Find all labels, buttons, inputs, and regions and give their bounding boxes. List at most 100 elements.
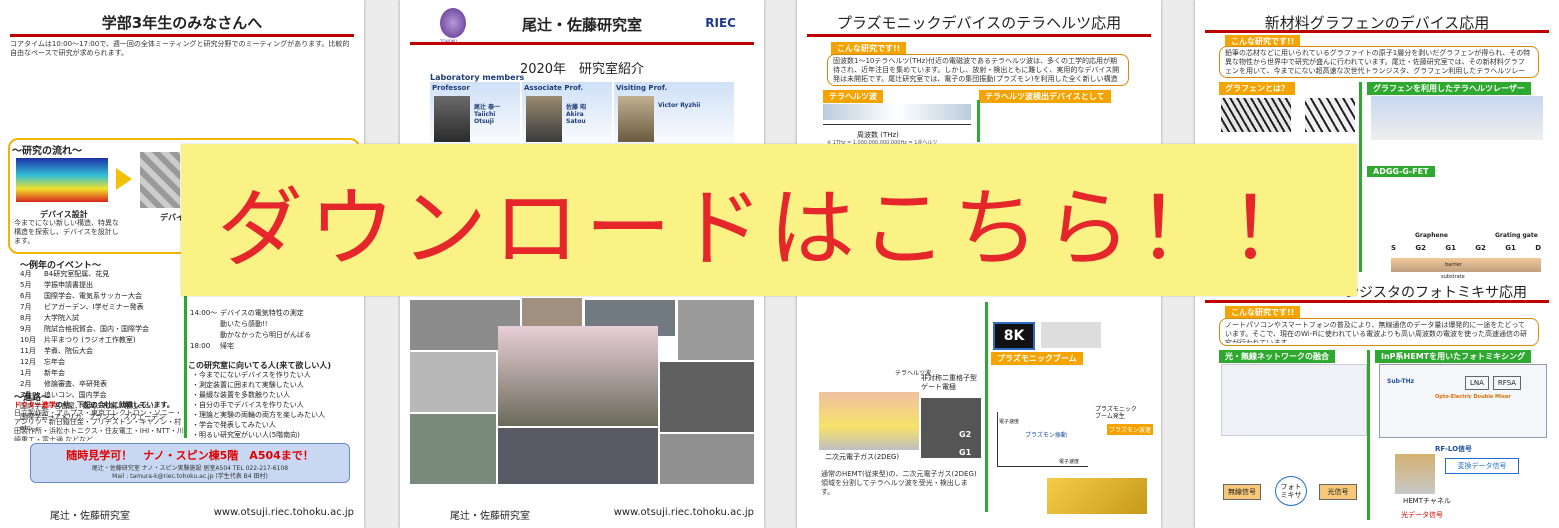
schedule-row: 18:00 帰宅 [190,342,234,350]
graphene-label: Graphene [1415,232,1448,239]
assoc-name: 佐藤 昭 Akira Satou [566,104,587,125]
professor-role: Professor [432,84,470,92]
download-banner-text[interactable]: ダウンロードはこちら！！ [217,158,1321,283]
page3-tag-boom: プラズモニックブーム [991,352,1083,365]
visiting-panel: Visiting Prof. Victor Ryzhii [614,82,734,150]
device-design-desc: 今までにない新しい構造、特異な構造を探索し、デバイスを設計します。 [14,219,119,245]
graphite-image [1221,98,1291,132]
divider [1359,82,1362,272]
page4-network-text [1221,438,1365,472]
assoc-role: Associate Prof. [524,84,584,92]
page4-tag-inp: InP系HEMTを用いたフォトミキシング [1375,350,1532,363]
schedule-row: 14:00〜 デバイスの電気特性の測定 [190,309,304,317]
page4-tag-graphene: グラフェンとは？ [1219,82,1295,95]
network-diagram [1221,364,1367,436]
divider [985,302,988,512]
want-item: ・最綴な装置を多数触りたい人 [192,391,290,399]
subthz-label: Sub-THz [1387,378,1415,385]
plasmon-wave-label: プラズモン波速 [1107,424,1153,435]
page3-boom-text [993,366,1153,404]
event-row: 8月 大学院入試 [20,314,79,322]
divider [1367,350,1370,520]
footer-lab-name: 尾辻・佐藤研究室 [450,511,530,522]
page3-tag-thz: テラヘルツ波 [823,90,883,103]
want-item: ・理論と実験の両輪の両方を楽しみたい人 [192,411,325,419]
divider [977,100,980,142]
speed-label: 電子速度 [999,419,1020,425]
hemt-channel-image [1395,454,1435,494]
assoc-photo [526,96,562,142]
visit-main: 随時見学可！ ナノ・スピン棟5階 A504まで！ [66,449,314,462]
schedule-row: 動かなかったら明日がんばる [220,331,311,339]
boom-label: プラズモニック ブーム発生 [1095,406,1137,420]
want-item: ・測定装置に囲まれて実験したい人 [192,381,304,389]
visit-mail: Mail : tamura-k@riec.tohoku.ac.jp (学生代表 … [112,473,268,480]
page4-section2-title: ンジスタのフォトミキサ応用 [1345,285,1527,301]
graphene-image [1305,98,1355,132]
teg-label: 二次元電子ガス(2DEG) [825,453,900,461]
device-image [1041,322,1101,348]
g2-label: G2 [959,430,972,439]
gate-label: G2 [1415,244,1426,252]
rf-lo-label: RF-LO信号 [1435,445,1473,453]
substrate-label: substrate [1441,274,1465,280]
event-row: 2月 修論審査、卒研発表 [20,380,107,388]
laser-image [1371,96,1543,140]
page4-title-rule [1205,30,1549,33]
schedule: 14:00〜 デバイスの電気特性の測定 動いたら感動!! 動かなかったら明日がんば… [190,308,360,352]
device-sim-image [16,158,108,202]
page1-footer: 尾辻・佐藤研究室 www.otsuji.riec.tohoku.ac.jp [10,507,354,522]
event-row: 9月 院試合格祝賀会、国内・国際学会 [20,325,149,333]
page4-inp-text [1445,476,1551,516]
collage-photo [678,300,754,360]
gate-label-row: S G2 G1 G2 G1 D [1391,244,1541,258]
want-item: ・学会で発表してみたい人 [192,421,276,429]
page3-hemt-text [821,306,981,370]
page3-title: プラズモニックデバイスのテラヘルツ応用 [836,14,1122,32]
photomixer-node: フォト ミキサ [1275,476,1307,506]
page4-tag-laser: グラフェンを利用したテラヘルツレーザー [1367,82,1531,95]
event-row: 6月 国際学会、電気系サッカー大会 [20,292,142,300]
collage-photo [660,434,754,484]
page4-tag-adgg: ADGG-G-FET [1367,166,1435,177]
page4-tag-network: 光・無線ネットワークの融合 [1219,350,1335,363]
collage-photo [410,352,496,412]
gate-label: D [1535,244,1541,252]
event-row: 5月 学振申請書提出 [20,281,93,289]
riec-logo: RIEC [705,16,736,30]
asym-gate-label: 非対称二重格子型 ゲート電極 [921,374,977,391]
event-row: 7月 ビアガーデン、I学ゼミナー発表 [20,303,144,311]
collage-photo [660,362,754,432]
professor-name: 尾辻 泰一 Taiichi Otsuji [474,104,501,125]
convert-data-box: 変換データ信号 [1445,458,1519,474]
schedule-row: 動いたら感動!! [220,320,268,328]
want-item: ・自分の手でデバイスを作りたい人 [192,401,304,409]
event-row: 4月 B4研究室配属、花見 [20,270,110,278]
event-row: 12月 忘年会 [20,358,65,366]
group-photo [498,326,658,426]
badge-8k: 8K [993,322,1035,350]
device-fab-image [140,152,180,208]
adgg-structure [1391,258,1541,272]
footer-url: www.otsuji.riec.tohoku.ac.jp [613,507,754,518]
page4-what2-text: ノートパソコンやスマートフォンの普及により、無線通信のデータ量は爆発的に一途をた… [1225,321,1528,343]
wireless-signal-box: 無線信号 [1223,484,1261,500]
grating-label: Grating gate [1495,232,1538,239]
wave-label: 電子速度 [1059,459,1080,465]
sem-image [921,398,981,458]
visiting-name: Victor Ryzhii [658,102,701,109]
page3-title-rule [807,34,1151,37]
download-banner[interactable]: ダウンロードはこちら！！ [181,144,1357,296]
event-row: 1月 新年会 [20,369,65,377]
professor-panel: Professor 尾辻 泰一 Taiichi Otsuji [430,82,520,150]
want-list: ・今までにないデバイスを作りたい人 ・測定装置に囲まれて実験したい人 ・最綴な装… [192,370,362,440]
page2-title-rule [410,42,754,45]
page4-section2-rule [1205,300,1549,303]
collage-photo [498,428,658,484]
page2-footer: 尾辻・佐藤研究室 www.otsuji.riec.tohoku.ac.jp [410,507,754,522]
want-item: ・今までにないデバイスを作りたい人 [192,371,311,379]
visiting-role: Visiting Prof. [616,84,668,92]
gate-label: G1 [1505,244,1516,252]
members-label: Laboratory members [430,73,525,82]
lna-box: LNA [1465,376,1489,390]
